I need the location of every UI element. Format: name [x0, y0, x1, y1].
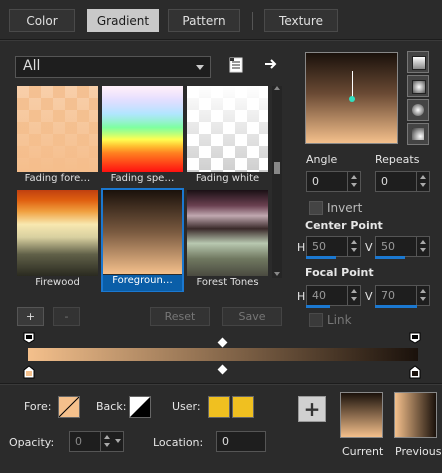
save-button[interactable]: Save — [222, 307, 282, 326]
fore-label: Fore: — [24, 400, 52, 413]
center-v-input[interactable]: 50 — [375, 236, 430, 257]
gradient-item-forest-tones[interactable]: Forest Tones — [187, 190, 268, 294]
focal-point-label: Focal Point — [305, 266, 374, 279]
back-swatch[interactable] — [129, 396, 151, 418]
user-swatch-2[interactable] — [232, 396, 254, 418]
scroll-thumb[interactable] — [274, 162, 280, 174]
previous-label: Previous — [395, 445, 442, 458]
tab-divider — [252, 12, 253, 30]
bottom-separator — [0, 383, 442, 385]
opacity-label: Opacity: — [9, 436, 55, 449]
fore-swatch[interactable] — [58, 396, 80, 418]
focal-h-label: H — [297, 290, 306, 303]
gradient-label: Fading fore… — [24, 173, 91, 184]
gradient-item-foreground-background[interactable]: Foregroun… — [101, 188, 184, 292]
center-h-slider[interactable] — [306, 256, 336, 259]
opacity-stepper[interactable] — [100, 432, 123, 451]
gradient-item-fading-foreground[interactable]: Fading fore… — [17, 86, 98, 190]
focal-h-value: 40 — [312, 289, 326, 302]
focal-v-slider[interactable] — [375, 305, 417, 308]
center-point-handle[interactable] — [349, 96, 355, 102]
link-checkbox[interactable] — [309, 313, 323, 327]
tab-color[interactable]: Color — [9, 9, 75, 32]
back-label: Back: — [96, 400, 127, 413]
tab-texture[interactable]: Texture — [264, 9, 338, 32]
gradient-bar[interactable] — [28, 348, 418, 361]
location-input[interactable]: 0 — [216, 431, 266, 452]
rectangular-style-button[interactable] — [407, 75, 429, 97]
opacity-stop-left[interactable] — [23, 332, 35, 344]
opacity-value: 0 — [75, 435, 82, 448]
location-value: 0 — [222, 435, 229, 448]
sunburst-style-button[interactable] — [407, 99, 429, 121]
center-v-slider[interactable] — [375, 256, 405, 259]
focal-v-input[interactable]: 70 — [375, 285, 430, 306]
location-label: Location: — [153, 436, 204, 449]
gradient-label: Forest Tones — [196, 277, 259, 288]
angle-handle-line — [352, 71, 353, 99]
center-v-label: V — [365, 241, 373, 254]
remove-gradient-button[interactable]: - — [53, 307, 80, 326]
opacity-midpoint-marker[interactable] — [217, 337, 228, 348]
tab-pattern[interactable]: Pattern — [168, 9, 240, 32]
repeats-stepper[interactable] — [416, 172, 429, 191]
category-value: All — [23, 58, 41, 74]
gradient-label: Firewood — [35, 277, 80, 288]
user-swatch-1[interactable] — [208, 396, 230, 418]
chevron-down-icon — [196, 65, 204, 70]
focal-h-input[interactable]: 40 — [306, 285, 361, 306]
angle-label: Angle — [306, 153, 338, 166]
link-label: Link — [327, 313, 352, 327]
repeats-input[interactable]: 0 — [375, 171, 430, 192]
gradient-label: Fading spe… — [110, 173, 175, 184]
focal-v-label: V — [365, 290, 373, 303]
angle-stepper[interactable] — [347, 172, 360, 191]
scroll-down-icon[interactable] — [274, 272, 280, 276]
center-h-input[interactable]: 50 — [306, 236, 361, 257]
focal-h-slider[interactable] — [306, 305, 330, 308]
tab-gradient[interactable]: Gradient — [87, 9, 159, 32]
invert-checkbox[interactable] — [309, 201, 323, 215]
radial-style-button[interactable] — [407, 123, 429, 145]
repeats-label: Repeats — [375, 153, 420, 166]
gradient-item-fading-spectrum[interactable]: Fading spe… — [102, 86, 183, 190]
gradient-item-firewood[interactable]: Firewood — [17, 190, 98, 294]
category-dropdown[interactable]: All — [15, 56, 211, 78]
center-v-stepper[interactable] — [416, 237, 429, 256]
center-v-value: 50 — [381, 240, 395, 253]
opacity-stop-right[interactable] — [409, 332, 421, 344]
gradient-preview[interactable] — [305, 52, 398, 144]
tab-separator — [0, 39, 442, 41]
center-point-label: Center Point — [305, 219, 383, 232]
focal-h-stepper[interactable] — [347, 286, 360, 305]
arrow-right-icon[interactable] — [263, 56, 279, 72]
center-h-stepper[interactable] — [347, 237, 360, 256]
center-h-label: H — [297, 241, 306, 254]
focal-v-value: 70 — [381, 289, 395, 302]
color-midpoint-marker[interactable] — [217, 364, 228, 375]
gradient-label: Fading white — [195, 173, 260, 184]
previous-swatch[interactable] — [394, 392, 437, 438]
current-swatch[interactable] — [340, 392, 383, 438]
document-icon[interactable] — [229, 57, 243, 73]
add-gradient-button[interactable]: + — [17, 307, 44, 326]
focal-v-stepper[interactable] — [416, 286, 429, 305]
angle-value: 0 — [312, 175, 319, 188]
color-stop-left[interactable] — [23, 365, 35, 379]
add-to-swatches-button[interactable]: + — [298, 396, 326, 422]
user-label: User: — [172, 400, 201, 413]
color-stop-right[interactable] — [409, 365, 421, 379]
gradient-label: Foregroun… — [103, 275, 182, 291]
gradient-item-fading-white[interactable]: Fading white — [187, 86, 268, 190]
scroll-up-icon[interactable] — [274, 86, 280, 90]
opacity-input[interactable]: 0 — [69, 431, 124, 452]
current-label: Current — [342, 445, 384, 458]
linear-style-button[interactable] — [407, 51, 429, 73]
gradient-list-scrollbar[interactable] — [272, 86, 282, 278]
center-h-value: 50 — [312, 240, 326, 253]
repeats-value: 0 — [381, 175, 388, 188]
reset-button[interactable]: Reset — [150, 307, 210, 326]
angle-input[interactable]: 0 — [306, 171, 361, 192]
invert-label: Invert — [327, 201, 363, 215]
